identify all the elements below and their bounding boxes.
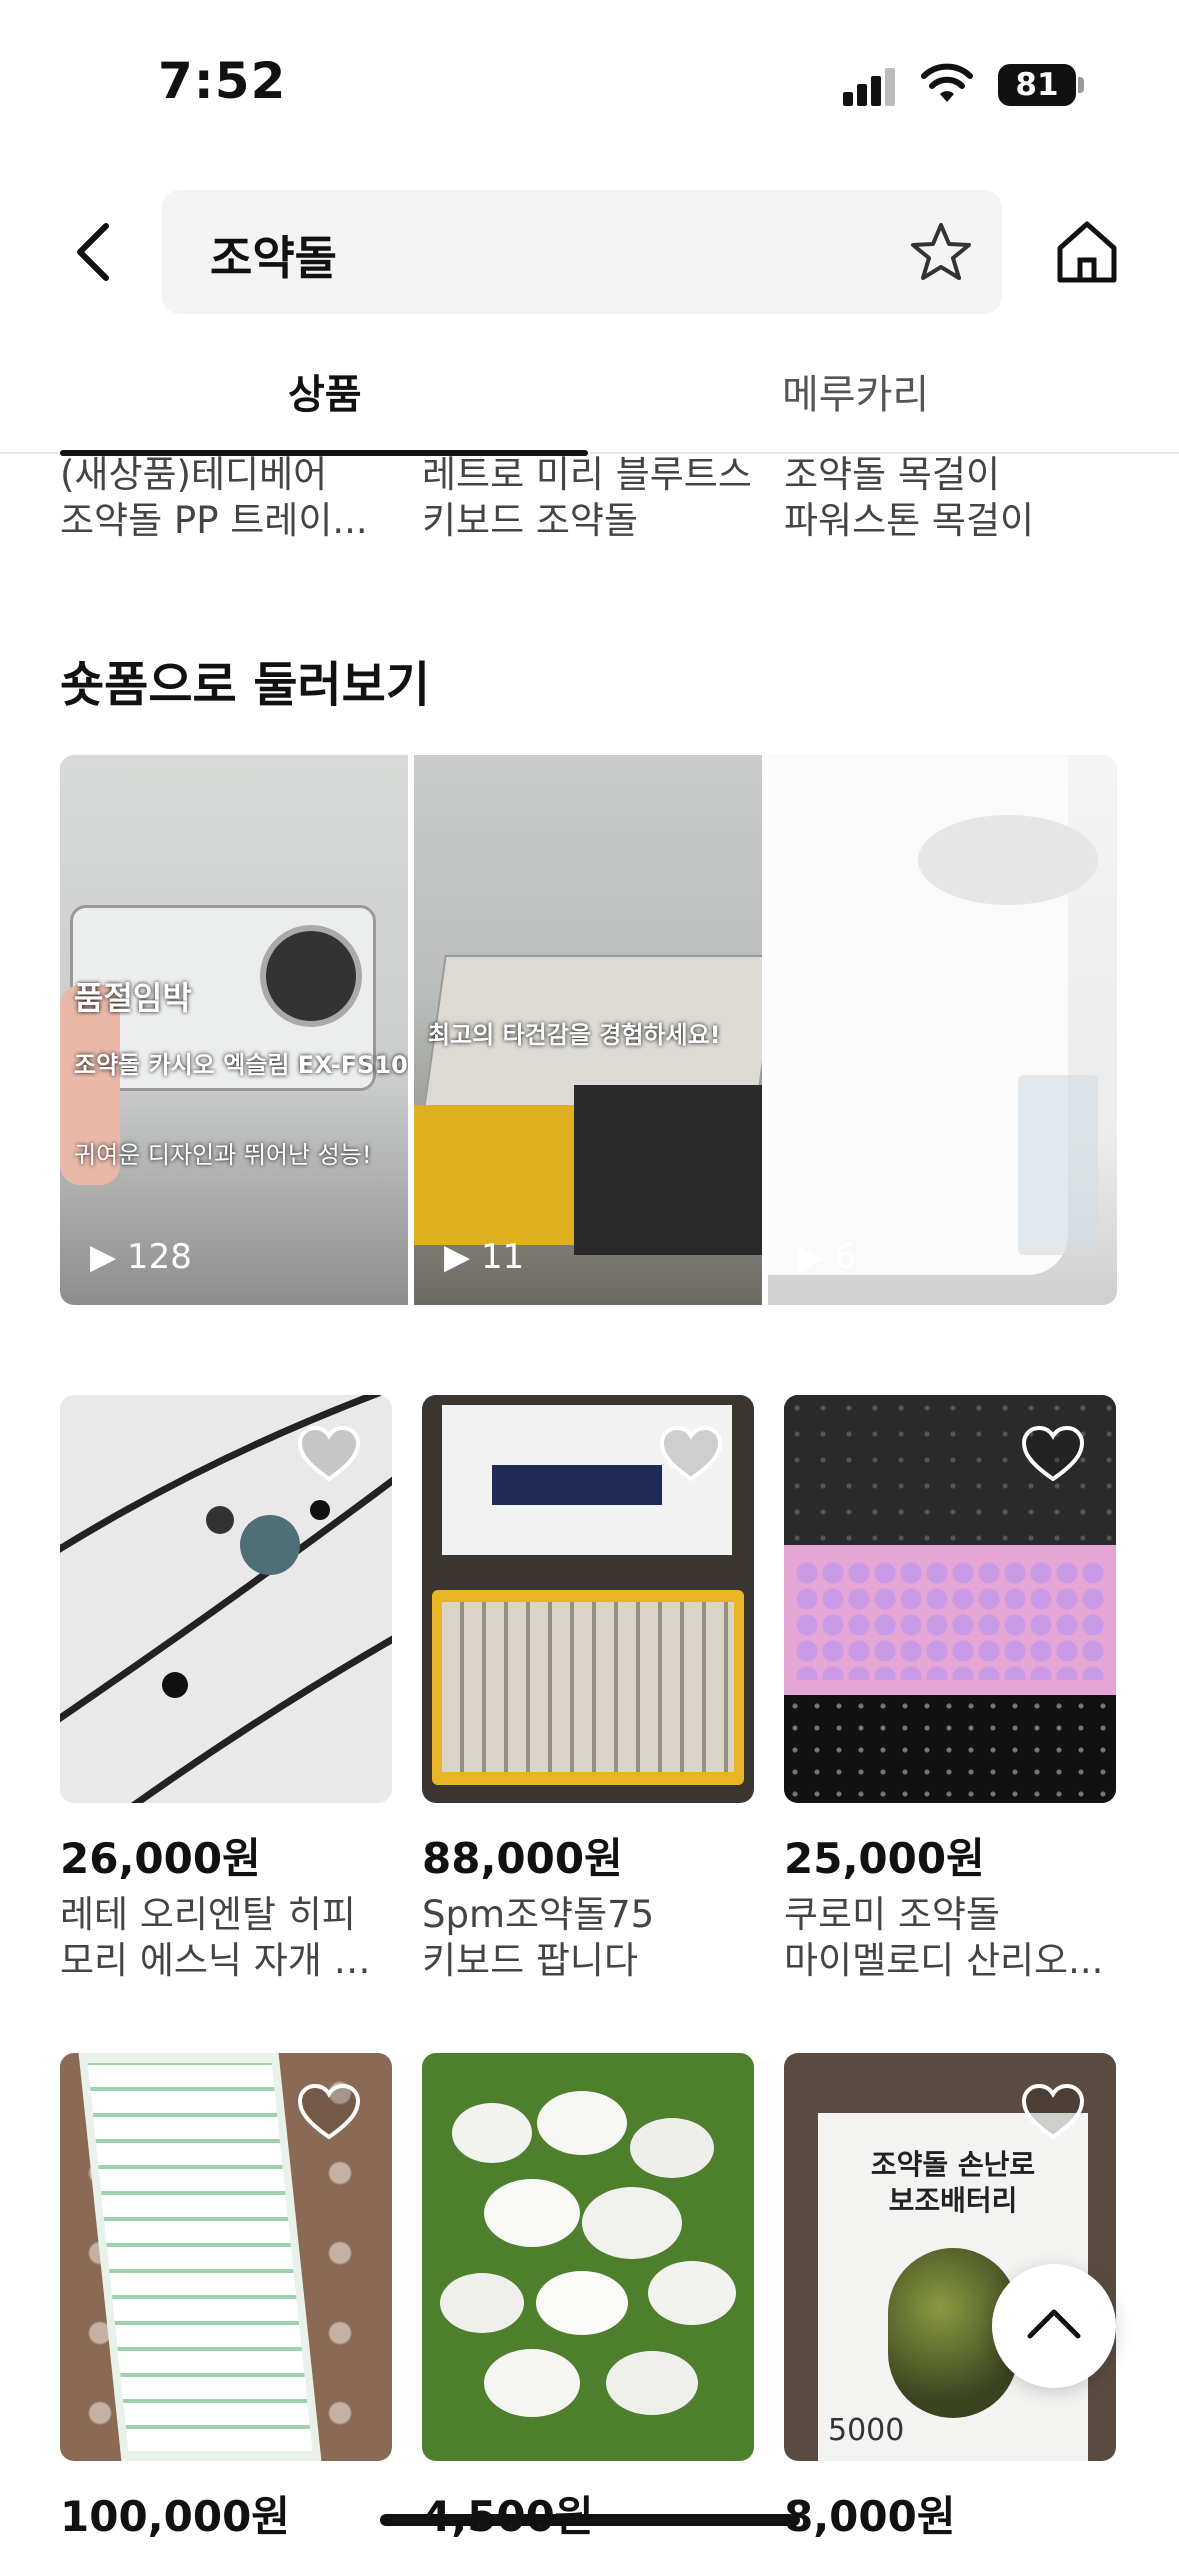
shortform-section-title: 숏폼으로 둘러보기	[60, 657, 430, 713]
camera-lens	[260, 925, 362, 1027]
keycaps	[87, 2063, 313, 2451]
suggested-item-line2: 조약돌 PP 트레이...	[60, 499, 368, 542]
wifi-icon	[921, 63, 973, 102]
product-image[interactable]	[422, 1395, 754, 1803]
cable-pouch	[492, 1465, 662, 1505]
view-count-value: 128	[126, 1237, 192, 1277]
shortform-caption: 조약돌 카시오 엑슬림 EX-FS10	[74, 1051, 408, 1079]
tab-mercari[interactable]: 메루카리	[782, 362, 929, 420]
shortform-caption: 품절임박	[74, 979, 192, 1017]
product-image[interactable]: 조약돌 손난로 보조배터리 5000	[784, 2053, 1116, 2461]
keyboard-illustration	[78, 2053, 322, 2461]
box-title-line2: 보조배터리	[888, 2184, 1018, 2217]
box-illustration	[574, 1085, 762, 1255]
product-card[interactable]: 88,000원 Spm조약돌75 키보드 팝니다	[422, 1395, 757, 1984]
heart-icon[interactable]	[296, 1425, 362, 1485]
scroll-to-top-button[interactable]	[992, 2264, 1116, 2388]
product-name-line1: Spm조약돌75	[422, 1893, 655, 1936]
product-price: 8,000원	[784, 2492, 956, 2541]
keycaps	[794, 1560, 1106, 1680]
suggested-item[interactable]: 조약돌 목걸이 파워스톤 목걸이	[784, 452, 1124, 544]
product-image[interactable]	[784, 1395, 1116, 1803]
dispenser-top	[918, 815, 1098, 905]
suggested-item-line1: 레트로 미리 블루트스	[422, 453, 752, 496]
shortform-view-count: ▶ 6	[798, 1237, 857, 1277]
product-name-line2: 모리 에스닉 자개 조...	[60, 1939, 395, 1982]
home-indicator	[380, 2514, 800, 2526]
product-card[interactable]: 25,000원 쿠로미 조약돌 마이멜로디 산리오...	[784, 1395, 1119, 1984]
product-name-line1: 쿠로미 조약돌	[784, 1893, 1001, 1936]
heart-icon[interactable]	[1020, 1425, 1086, 1485]
mat-pattern	[784, 1695, 1116, 1803]
search-query-text[interactable]: 조약돌	[210, 222, 337, 288]
suggested-item-line1: 조약돌 목걸이	[784, 453, 1001, 496]
shortform-card[interactable]: ▶ 6	[768, 755, 1117, 1305]
product-price: 100,000원	[60, 2492, 290, 2541]
product-name-line2: 마이멜로디 산리오...	[784, 1939, 1104, 1982]
shortform-card[interactable]: 품절임박 조약돌 카시오 엑슬림 EX-FS10 귀여운 디자인과 뛰어난 성능…	[60, 755, 408, 1305]
pebbles-illustration	[440, 2091, 736, 2417]
view-count-value: 6	[834, 1237, 857, 1277]
keycaps	[442, 1602, 734, 1772]
keyboard-illustration	[432, 1590, 744, 1785]
suggested-item-line2: 키보드 조약돌	[422, 499, 639, 542]
signal-icon	[843, 68, 897, 106]
product-image[interactable]	[422, 2053, 754, 2461]
battery-cap	[1078, 77, 1084, 93]
product-price: 25,000원	[784, 1834, 985, 1883]
suggested-item[interactable]: 레트로 미리 블루트스 키보드 조약돌	[422, 452, 762, 544]
product-image[interactable]	[60, 1395, 392, 1803]
chevron-up-icon	[1027, 2309, 1081, 2339]
box-capacity: 5000	[828, 2413, 905, 2448]
view-count-value: 11	[480, 1237, 525, 1277]
product-name-line2: 키보드 팝니다	[422, 1939, 639, 1982]
product-card[interactable]: 4,500원	[422, 2053, 754, 2544]
star-icon[interactable]	[908, 220, 974, 286]
product-image[interactable]	[60, 2053, 392, 2461]
shortform-view-count: ▶ 11	[444, 1237, 525, 1277]
product-price: 26,000원	[60, 1834, 261, 1883]
heart-icon[interactable]	[658, 1425, 724, 1485]
keyboard-illustration	[784, 1545, 1116, 1695]
suggested-item-line1: (새상품)테디베어	[60, 453, 328, 496]
heart-icon[interactable]	[1020, 2083, 1086, 2143]
glass-illustration	[1018, 1075, 1098, 1255]
shortform-caption: 귀여운 디자인과 뛰어난 성능!	[74, 1141, 372, 1169]
product-card[interactable]: 26,000원 레테 오리엔탈 히피 모리 에스닉 자개 조...	[60, 1395, 395, 1984]
shortform-caption: 최고의 타건감을 경험하세요!	[428, 1021, 721, 1049]
suggested-item-line2: 파워스톤 목걸이	[784, 499, 1035, 542]
tab-products[interactable]: 상품	[288, 362, 362, 420]
back-arrow-icon[interactable]	[70, 222, 120, 282]
status-time: 7:52	[158, 52, 287, 110]
product-price: 88,000원	[422, 1834, 623, 1883]
shortform-card[interactable]: 최고의 타건감을 경험하세요! ▶ 11	[414, 755, 762, 1305]
battery-indicator: 81	[998, 64, 1076, 106]
suggested-item[interactable]: (새상품)테디베어 조약돌 PP 트레이...	[60, 452, 400, 544]
heart-icon[interactable]	[296, 2083, 362, 2143]
home-icon[interactable]	[1054, 218, 1120, 286]
shortform-view-count: ▶ 128	[90, 1237, 192, 1277]
product-card[interactable]: 100,000원	[60, 2053, 392, 2544]
product-name-line1: 레테 오리엔탈 히피	[60, 1893, 356, 1936]
box-title-line1: 조약돌 손난로	[870, 2148, 1036, 2181]
